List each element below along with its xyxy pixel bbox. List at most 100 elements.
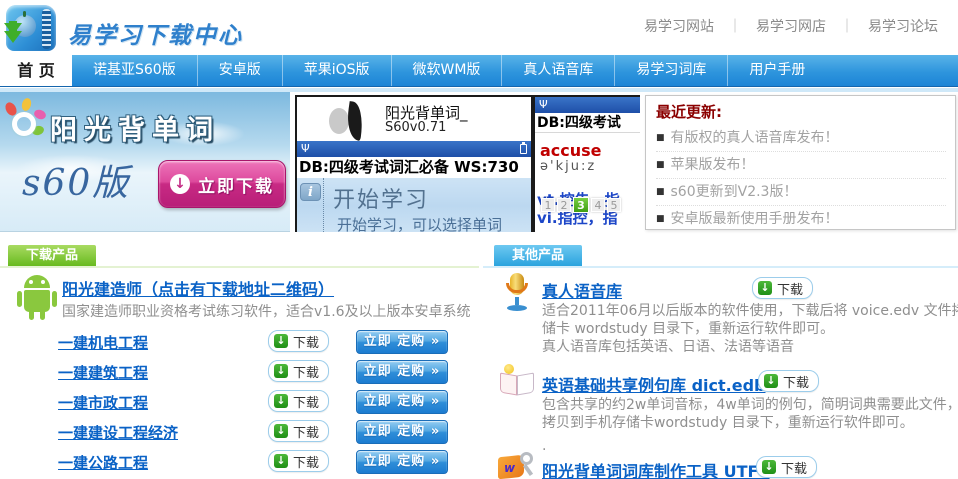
nav-item-voice[interactable]: 真人语音库 (501, 55, 614, 86)
download-row: 一建机电工程 ↓ 下载 立即 定购 » (0, 330, 479, 354)
others-underline (483, 266, 958, 268)
link-jingji[interactable]: 一建建设工程经济 (58, 422, 178, 443)
header: 易学习下载中心 易学习网站｜易学习网店｜易学习论坛 (0, 0, 958, 55)
link-separator: ｜ (728, 19, 742, 35)
tab-download-products[interactable]: 下载产品 (8, 245, 96, 266)
recent-updates-box: 最近更新: ■有版权的真人语音库发布！ ■苹果版发布！ ■s60更新到V2.3版… (645, 95, 956, 230)
download-circle-icon: ↓ (170, 174, 190, 194)
download-button[interactable]: ↓下载 (268, 450, 329, 472)
download-button[interactable]: ↓下载 (268, 390, 329, 412)
link-voice-library[interactable]: 真人语音库 (542, 278, 622, 302)
order-arrow-icon: » (431, 394, 440, 409)
update-item[interactable]: ■安卓版最新使用手册发布！ (656, 206, 946, 233)
android-icon (14, 273, 60, 321)
link-gonglu[interactable]: 一建公路工程 (58, 452, 148, 473)
sentence-desc-line: 拷贝到手机存储卡wordstudy 目录下，重新运行软件即可。 (542, 412, 914, 432)
nav-item-home[interactable]: 首 页 (0, 55, 72, 86)
downloads-underline (0, 266, 479, 268)
nav-item-wm[interactable]: 微软WM版 (391, 55, 502, 86)
antenna-icon: Ψ (539, 97, 548, 112)
order-button[interactable]: 立即 定购 » (356, 390, 448, 414)
app-menu: i 开始学习 开始学习，可以选择单词 (297, 178, 531, 232)
download-label: 下载 (293, 362, 319, 381)
main-nav: 首 页 诺基亚S60版 安卓版 苹果iOS版 微软WM版 真人语音库 易学习词库… (0, 55, 958, 87)
sun-logo-icon (4, 100, 48, 144)
nav-item-android[interactable]: 安卓版 (197, 55, 282, 86)
download-button[interactable]: ↓下载 (268, 420, 329, 442)
banner-pager: 1 2 3 4 5 (541, 197, 621, 213)
download-button[interactable]: ↓ 下载 (268, 330, 329, 352)
microphone-icon (502, 273, 532, 313)
link-store[interactable]: 易学习网店 (756, 19, 826, 35)
download-button[interactable]: ↓ 下载 (758, 370, 819, 392)
update-item[interactable]: ■ 有版权的真人语音库发布！ (656, 125, 946, 152)
download-icon: ↓ (764, 374, 778, 388)
order-button[interactable]: 立即 定购 » (356, 450, 448, 474)
status-bar: Ψ (535, 97, 640, 113)
menu-icon-column: i (297, 178, 324, 232)
sentence-desc-line: 包含共享的约2w单词音标，4w单词的例句，简明词典需要此文件，下 (542, 394, 958, 414)
order-label: 立即 定购 (364, 454, 426, 469)
voice-desc-line: 适合2011年06月以后版本的软件使用，下载后将 voice.edv 文件拷 (542, 300, 958, 320)
link-shizheng[interactable]: 一建市政工程 (58, 392, 148, 413)
order-arrow-icon: » (431, 424, 440, 439)
download-label: 下载 (783, 372, 809, 391)
download-icon: ↓ (758, 281, 772, 295)
tool-icon: w (498, 452, 536, 479)
download-icon: ↓ (762, 460, 776, 474)
banner-download-button[interactable]: ↓ 立即下载 (158, 160, 286, 208)
product-link-builder[interactable]: 阳光建造师（点击有下载地址二维码） (62, 276, 334, 300)
nav-item-s60[interactable]: 诺基亚S60版 (72, 55, 197, 86)
menu-item-title: 开始学习 (333, 182, 429, 214)
menu-item-desc: 开始学习，可以选择单词 (337, 214, 502, 232)
phonetic: ə'kju:z (540, 159, 596, 174)
download-icon: ↓ (274, 364, 288, 378)
order-button[interactable]: 立即 定购 » (356, 420, 448, 444)
download-label: 下载 (777, 279, 803, 298)
site-title: 易学习下载中心 (68, 16, 243, 50)
update-item[interactable]: ■ 苹果版发布！ (656, 152, 946, 179)
tab-other-products[interactable]: 其他产品 (494, 245, 582, 266)
nav-item-dict[interactable]: 易学习词库 (614, 55, 727, 86)
nav-item-manual[interactable]: 用户手册 (727, 55, 826, 86)
status-bar: Ψ (297, 141, 531, 157)
download-label: 下载 (293, 332, 319, 351)
download-button[interactable]: ↓ 下载 (752, 277, 813, 299)
app-version: S60v0.71 (385, 120, 446, 135)
pager-5[interactable]: 5 (607, 198, 621, 212)
order-label: 立即 定购 (364, 364, 426, 379)
banner-title: 阳光背单词 (50, 108, 220, 147)
link-forum[interactable]: 易学习论坛 (868, 19, 938, 35)
download-row: 一建建筑工程 ↓ 下载 立即 定购 » (0, 360, 479, 384)
product-description: 国家建造师职业资格考试练习软件，适合v1.6及以上版本安卓系统 (62, 301, 471, 321)
header-links: 易学习网站｜易学习网店｜易学习论坛 (638, 16, 944, 36)
site-logo[interactable]: 易学习下载中心 (6, 3, 326, 53)
bullet-icon: ■ (656, 133, 665, 143)
pager-2[interactable]: 2 (557, 198, 571, 212)
update-item[interactable]: ■s60更新到V2.3版！ (656, 179, 946, 206)
pager-4[interactable]: 4 (591, 198, 605, 212)
nav-item-ios[interactable]: 苹果iOS版 (282, 55, 391, 86)
pager-1[interactable]: 1 (541, 198, 555, 212)
link-jianzhu[interactable]: 一建建筑工程 (58, 362, 148, 383)
bullet-icon: ■ (656, 160, 665, 170)
download-button[interactable]: ↓下载 (756, 456, 817, 478)
download-icon: ↓ (274, 394, 288, 408)
voice-desc-line: 储卡 wordstudy 目录下，重新运行软件即可。 (542, 318, 834, 338)
order-button[interactable]: 立即 定购 » (356, 360, 448, 384)
order-arrow-icon: » (431, 334, 440, 349)
update-text: 有版权的真人语音库发布！ (671, 130, 839, 146)
banner-edition: s60版 (22, 154, 130, 206)
update-text: 苹果版发布！ (671, 157, 755, 173)
download-icon: ↓ (274, 334, 288, 348)
antenna-icon: Ψ (301, 141, 310, 156)
download-icon: ↓ (274, 424, 288, 438)
order-button[interactable]: 立即 定购 » (356, 330, 448, 354)
banner-download-label: 立即下载 (198, 172, 274, 197)
link-website[interactable]: 易学习网站 (644, 19, 714, 35)
link-dict-maker[interactable]: 阳光背单词词库制作工具 UTF8 (542, 458, 770, 479)
pager-3-active[interactable]: 3 (573, 197, 589, 213)
link-sentence-library[interactable]: 英语基础共享例句库 dict.edb (542, 372, 765, 396)
download-button[interactable]: ↓ 下载 (268, 360, 329, 382)
link-jidian[interactable]: 一建机电工程 (58, 332, 148, 353)
